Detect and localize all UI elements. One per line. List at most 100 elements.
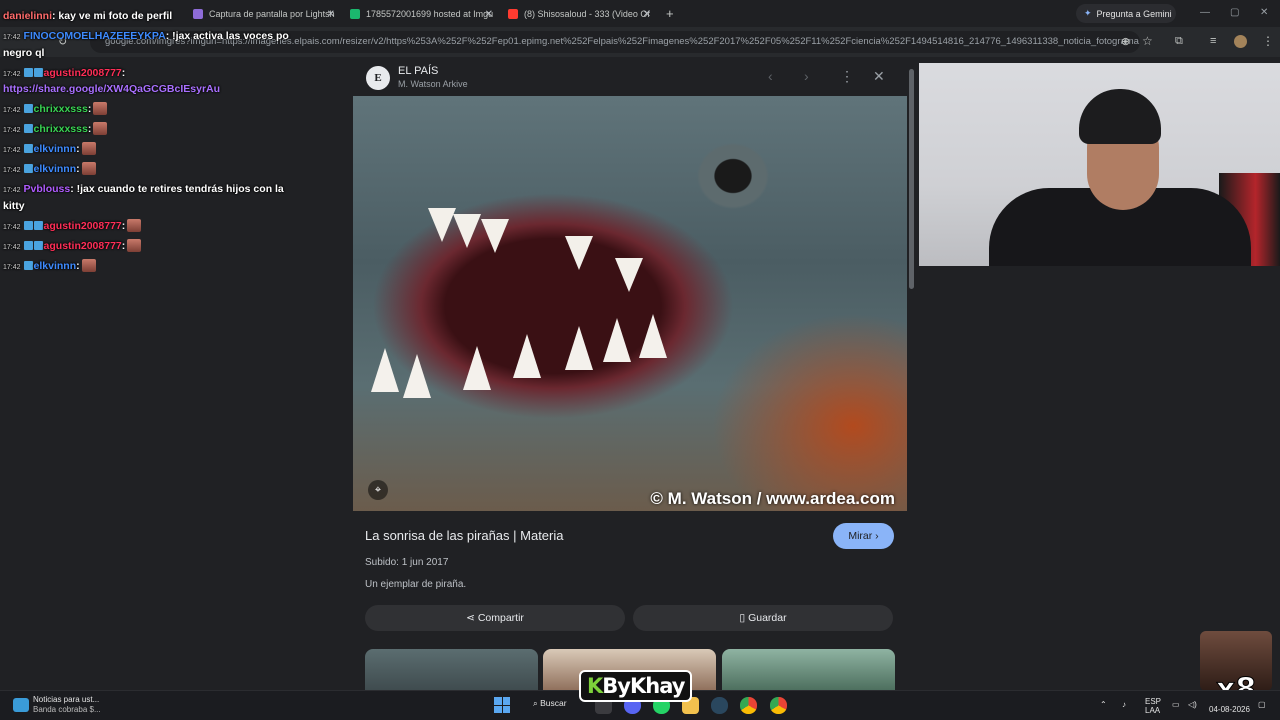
share-icon: ⋖ [466, 612, 475, 624]
restore-icon[interactable]: ▢ [1230, 7, 1239, 18]
search-label: Buscar [540, 698, 567, 708]
tab-imgur[interactable]: 1785572001699 hosted at Imgu ✕ [350, 4, 493, 24]
zoom-icon[interactable]: ⊕ [1121, 35, 1130, 48]
chat-message: 17:42 elkvinnn: [3, 141, 293, 159]
chat-message: 17:42 FINOCOMOELHAZEEEYKPA: !jax activa l… [3, 28, 293, 46]
new-tab-icon[interactable]: + [666, 6, 674, 21]
chat-text: : [121, 240, 126, 252]
gemini-label: Pregunta a Gemini [1096, 8, 1172, 19]
profile-avatar[interactable] [1234, 35, 1247, 48]
language-indicator[interactable]: ESP LAA [1145, 697, 1161, 715]
tooth [565, 326, 593, 370]
chat-badge-icon [33, 241, 43, 250]
chat-message: 17:42 elkvinnn: [3, 161, 293, 179]
tooth [481, 219, 509, 253]
streamer-logo: KByKhay [579, 670, 693, 702]
close-icon[interactable]: ✕ [327, 9, 335, 20]
tooth [428, 208, 456, 242]
close-icon[interactable]: ✕ [643, 9, 651, 20]
chat-badge-icon [23, 241, 33, 250]
extensions-icon[interactable]: ⧉ [1175, 35, 1183, 48]
tooth [403, 354, 431, 398]
share-label: Compartir [477, 612, 524, 624]
save-button[interactable]: ▯ Guardar [633, 605, 893, 631]
chat-username: elkvinnn [33, 143, 77, 155]
network-icon[interactable]: ▭ [1172, 700, 1180, 709]
close-icon[interactable]: ✕ [485, 9, 493, 20]
google-lens-icon[interactable]: ⌖ [368, 480, 388, 500]
share-button[interactable]: ⋖ Compartir [365, 605, 625, 631]
viewer-header: E EL PAÍS M. Watson Arkive ‹ › ⋮ ✕ [353, 61, 907, 96]
steam-icon[interactable] [711, 697, 728, 714]
scrollbar-thumb[interactable] [909, 69, 914, 289]
chat-text: : [76, 163, 80, 175]
viewer-scrollbar[interactable] [907, 61, 916, 690]
notifications-icon[interactable]: ▢ [1258, 700, 1266, 709]
chat-username: FINOCOMOELHAZEEEYKPA [23, 30, 166, 42]
chat-message: 17:42 elkvinnn: [3, 258, 293, 276]
chrome-active-icon[interactable] [770, 697, 787, 714]
news-widget[interactable]: Noticias para ust... Banda cobraba $... [33, 695, 101, 715]
chat-emote-icon [81, 162, 96, 175]
chat-text: negro ql [3, 47, 45, 59]
chat-text: : [76, 143, 80, 155]
search-icon: ⌕ [533, 698, 538, 708]
visit-button[interactable]: Mirar › [833, 523, 894, 549]
chat-username: agustin2008777 [43, 240, 122, 252]
news-title: Noticias para ust... [33, 695, 100, 704]
related-thumbnail[interactable] [722, 649, 895, 691]
more-options-icon[interactable]: ⋮ [840, 68, 854, 85]
volume-icon[interactable]: ◁) [1188, 700, 1197, 709]
chat-timestamp: 17:42 [3, 224, 21, 231]
image-description: Un ejemplar de piraña. [365, 579, 467, 590]
window-close-icon[interactable]: ✕ [1260, 7, 1268, 18]
close-viewer-icon[interactable]: ✕ [873, 68, 885, 85]
bookmark-icon: ▯ [739, 612, 746, 624]
language-code: ESP [1145, 697, 1162, 706]
chat-username: Pvblouss [23, 183, 71, 195]
chat-username: danielinni [3, 10, 53, 22]
tab-youtube[interactable]: (8) Shisosaloud - 333 (Video Of ✕ [508, 4, 651, 24]
chat-message: https://share.google/XW4QaGCGBcIEsyrAu [3, 81, 293, 97]
chevron-left-icon[interactable]: ‹ [768, 68, 773, 84]
chrome-icon[interactable] [740, 697, 757, 714]
tray-chevron-icon[interactable]: ⌃ [1100, 700, 1107, 709]
tooth [615, 258, 643, 292]
clock-date[interactable]: 04-08-2026 [1209, 705, 1250, 714]
chat-badge-icon [23, 144, 33, 153]
weather-icon[interactable] [13, 698, 29, 712]
tab-search-icon[interactable]: ≡ [1210, 35, 1216, 47]
piranha-photo[interactable]: © M. Watson / www.ardea.com ⌖ [353, 96, 907, 511]
chat-username: chrixxxsss [33, 103, 88, 115]
start-icon[interactable] [494, 697, 510, 713]
chat-timestamp: 17:42 [3, 71, 21, 78]
gemini-icon: ✦ [1084, 8, 1092, 18]
chevron-right-icon[interactable]: › [804, 68, 809, 84]
chat-timestamp: 17:42 [3, 147, 21, 154]
chat-text: : [87, 123, 92, 135]
microphone-icon[interactable]: ♪ [1122, 700, 1126, 709]
menu-icon[interactable]: ⋮ [1262, 34, 1274, 48]
source-name[interactable]: EL PAÍS [398, 65, 438, 77]
language-layout: LAA [1145, 706, 1161, 715]
chat-text: : !jax cuando te retires tendrás hijos c… [70, 183, 284, 195]
source-logo[interactable]: E [366, 66, 390, 90]
upload-date: Subido: 1 jun 2017 [365, 557, 449, 568]
chat-timestamp: 17:42 [3, 187, 21, 194]
bookmark-star-icon[interactable]: ☆ [1142, 34, 1153, 48]
chat-timestamp: 17:42 [3, 167, 21, 174]
taskbar-search[interactable]: ⌕ Buscar [533, 698, 567, 709]
tab-label: 1785572001699 hosted at Imgu [366, 9, 493, 19]
photo-watermark: © M. Watson / www.ardea.com [650, 489, 895, 508]
chat-emote-icon [81, 142, 96, 155]
chat-username: chrixxxsss [33, 123, 88, 135]
image-title[interactable]: La sonrisa de las pirañas | Materia [365, 528, 563, 543]
tooth [453, 214, 481, 248]
gemini-button[interactable]: ✦ Pregunta a Gemini [1076, 4, 1176, 23]
source-subtitle: M. Watson Arkive [398, 79, 468, 89]
news-subtitle: Banda cobraba $... [33, 705, 101, 714]
related-thumbnail[interactable] [365, 649, 538, 691]
minimize-icon[interactable]: — [1200, 7, 1210, 18]
webcam-feed [919, 63, 1280, 266]
chat-message: 17:42 Pvblouss: !jax cuando te retires te… [3, 181, 293, 199]
